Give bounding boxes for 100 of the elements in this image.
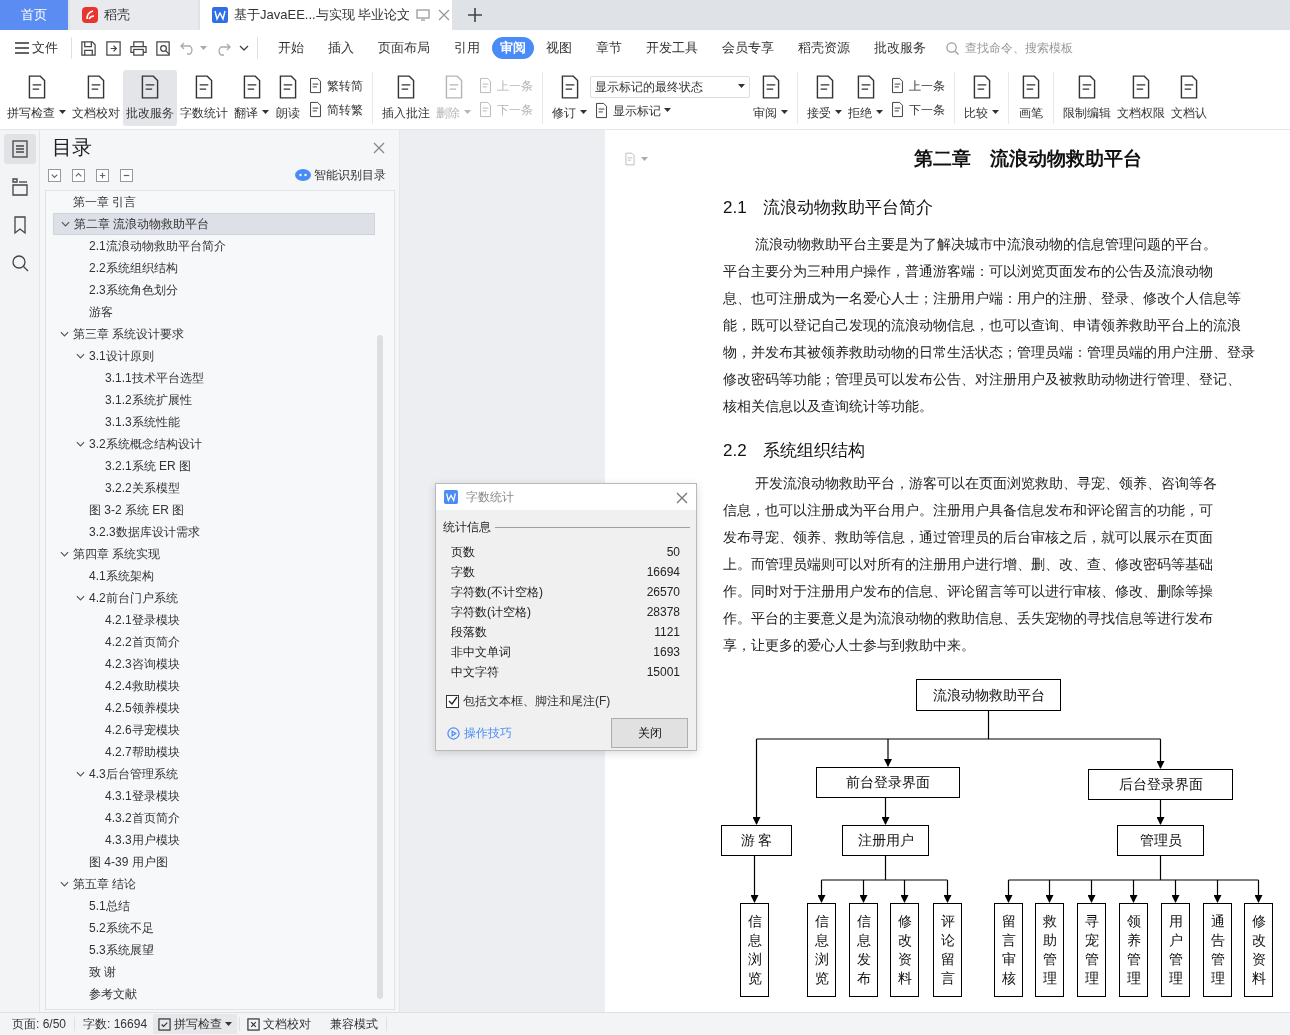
toc-item[interactable]: 4.2.7帮助模块 (53, 741, 375, 763)
ribbon-tab[interactable]: 视图 (534, 36, 584, 60)
toc-item[interactable]: 4.2.5领养模块 (53, 697, 375, 719)
scrollbar[interactable] (377, 335, 383, 999)
toc-item[interactable]: 3.2.2关系模型 (53, 477, 375, 499)
toolbar-button[interactable]: 文档权限 (1114, 69, 1168, 126)
toolbar-button[interactable]: 插入批注 (379, 69, 433, 126)
ribbon-tab[interactable]: 批改服务 (862, 36, 938, 60)
toolbar-button[interactable]: 上一条 (886, 76, 948, 95)
toolbar-button[interactable]: 比较 (961, 69, 1002, 126)
toolbar-button[interactable]: 限制编辑 (1060, 69, 1114, 126)
more-caret-icon (239, 45, 249, 51)
ribbon-tab[interactable]: 开始 (266, 36, 316, 60)
section-title: 系统组织结构 (762, 440, 865, 462)
ribbon-tab[interactable]: 插入 (316, 36, 366, 60)
toc-item[interactable]: 5.2系统不足 (53, 917, 375, 939)
toolbar-button[interactable]: 文档校对 (69, 69, 123, 126)
toc-item[interactable]: 4.2.2首页简介 (53, 631, 375, 653)
toolbar-button[interactable]: 拒绝 (845, 69, 886, 126)
toc-item[interactable]: 游客 (53, 301, 375, 323)
toolbar-button[interactable]: 朗读 (272, 69, 304, 126)
toolbar-button[interactable]: 文档认 (1168, 69, 1210, 126)
stat-label: 字数 (451, 564, 475, 581)
close-button[interactable]: 关闭 (611, 718, 688, 748)
toolbar-button[interactable]: 翻译 (231, 69, 272, 126)
toolbar-button[interactable]: 审阅 (750, 69, 791, 126)
paragraph-line: 息、也可注册成为一名爱心人士；注册用户端：用户的注册、登录、修改个人信息等 (723, 289, 1242, 308)
toc-item[interactable]: 3.1.3系统性能 (53, 411, 375, 433)
check-box-icon (158, 1017, 172, 1031)
toolbar-button[interactable] (72, 168, 85, 182)
toc-item[interactable]: 3.2.1系统 ER 图 (53, 455, 375, 477)
ribbon-tab[interactable]: 会员专享 (710, 36, 786, 60)
ribbon-tab[interactable]: 页面布局 (366, 36, 442, 60)
browser-tab[interactable]: 基于JavaEE...与实现 毕业论文 (200, 0, 452, 30)
toc-item[interactable]: 3.2.3数据库设计需求 (53, 521, 375, 543)
search-field[interactable]: 查找命令、搜索模板 (963, 38, 1103, 58)
chevron-down-icon (59, 881, 69, 887)
toolbar-button[interactable]: 下一条 (886, 100, 948, 119)
export-icon (105, 39, 122, 57)
toc-item[interactable]: 4.2.1登录模块 (53, 609, 375, 631)
toc-item[interactable]: 第三章 系统设计要求 (53, 323, 375, 345)
toolbar-button[interactable]: 字数统计 (177, 69, 231, 126)
toc-item[interactable]: 4.3后台管理系统 (53, 763, 375, 785)
toolbar-button[interactable]: 接受 (804, 69, 845, 126)
toolbar-button[interactable]: 修订 (549, 69, 590, 126)
toc-item[interactable]: 4.2.3咨询模块 (53, 653, 375, 675)
spell-check-button[interactable]: 拼写检查 (153, 1014, 238, 1034)
toc-item[interactable]: 图 4-39 用户图 (53, 851, 375, 873)
page-indicator: 页面: 6/50 (11, 1016, 68, 1033)
toc-item[interactable]: 3.1.2系统扩展性 (53, 389, 375, 411)
toc-item[interactable]: 4.3.1登录模块 (53, 785, 375, 807)
toc-item[interactable]: 3.1设计原则 (53, 345, 375, 367)
ribbon-tab[interactable]: 稻壳资源 (786, 36, 862, 60)
ribbon-tab[interactable]: 开发工具 (634, 36, 710, 60)
file-menu-button[interactable]: 文件 (10, 37, 63, 59)
toolbar-button[interactable] (120, 168, 133, 182)
toc-item[interactable]: 4.3.3用户模块 (53, 829, 375, 851)
toolbar-button[interactable]: 简转繁 (304, 100, 366, 119)
toc-item[interactable]: 2.3系统角色划分 (53, 279, 375, 301)
toc-item[interactable]: 4.2前台门户系统 (53, 587, 375, 609)
dropdown-field[interactable]: 显示标记的最终状态 (590, 75, 750, 98)
toolbar-button[interactable]: 显示标记 (590, 101, 750, 120)
toc-item[interactable]: 4.2.6寻宠模块 (53, 719, 375, 741)
pane-button[interactable] (4, 134, 36, 164)
toc-item[interactable]: 4.1系统架构 (53, 565, 375, 587)
checkbox[interactable] (446, 694, 459, 708)
smart-toc-button[interactable]: 智能识别目录 (290, 165, 391, 185)
toolbar-button[interactable]: 画笔 (1015, 69, 1047, 126)
chevron-down-icon (75, 771, 85, 777)
toolbar-button[interactable] (96, 168, 109, 182)
ribbon-tab[interactable]: 章节 (584, 36, 634, 60)
toolbar-button[interactable]: 繁转简 (304, 76, 366, 95)
chevron-down-icon (59, 331, 69, 337)
caret-icon (664, 108, 671, 113)
toc-item[interactable]: 3.2系统概念结构设计 (53, 433, 375, 455)
toc-item[interactable]: 4.3.2首页简介 (53, 807, 375, 829)
toolbar-button[interactable]: 拼写检查 (4, 69, 69, 126)
ribbon-tab[interactable]: 引用 (442, 36, 492, 60)
toc-item[interactable]: 图 3-2 系统 ER 图 (53, 499, 375, 521)
toc-item[interactable]: 参考文献 (53, 983, 375, 1005)
toc-item[interactable]: 5.3系统展望 (53, 939, 375, 961)
toolbar-button[interactable] (48, 168, 61, 182)
word-count[interactable]: 字数: 16694 (77, 1015, 154, 1033)
document-icon (477, 101, 494, 118)
toc-item[interactable]: 第四章 系统实现 (53, 543, 375, 565)
toc-item[interactable]: 第一章 引言 (53, 191, 375, 213)
toc-item[interactable]: 5.1总结 (53, 895, 375, 917)
toc-item[interactable]: 第五章 结论 (53, 873, 375, 895)
close-icon (676, 491, 688, 504)
undo-icon (180, 41, 196, 55)
browser-tab[interactable]: 稻壳 (70, 0, 198, 30)
chart-node: 注册用户 (842, 825, 929, 856)
toolbar-button[interactable]: 批改服务 (123, 69, 177, 126)
toc-item[interactable]: 第二章 流浪动物救助平台 (53, 213, 375, 235)
toc-item[interactable]: 3.1.1技术平台选型 (53, 367, 375, 389)
proofread-button[interactable]: 文档校对 (242, 1014, 317, 1034)
toc-item[interactable]: 致 谢 (53, 961, 375, 983)
toc-item[interactable]: 2.2系统组织结构 (53, 257, 375, 279)
toc-item[interactable]: 4.2.4救助模块 (53, 675, 375, 697)
toc-item[interactable]: 2.1流浪动物救助平台简介 (53, 235, 375, 257)
